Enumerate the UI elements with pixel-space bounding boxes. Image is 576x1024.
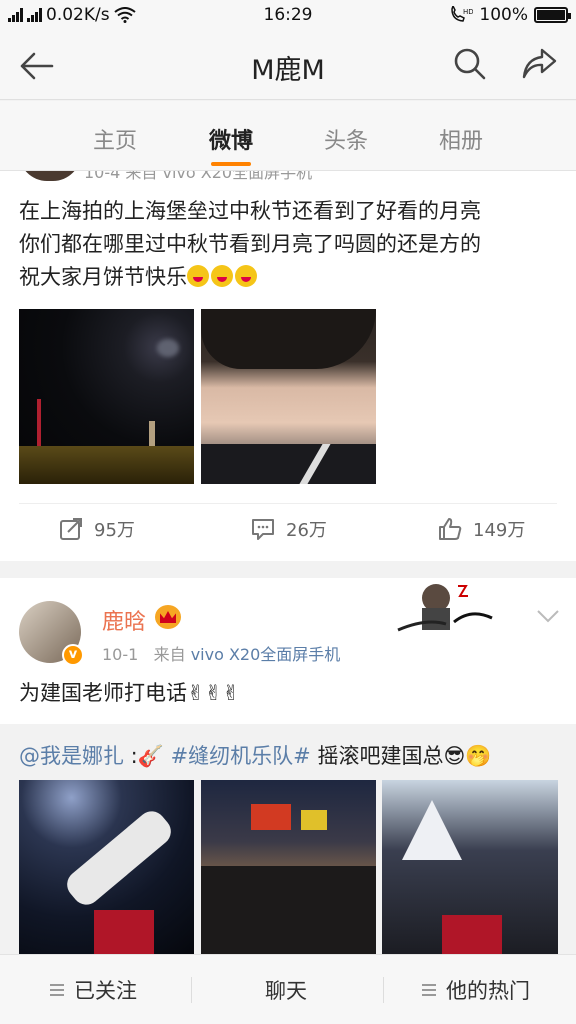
tab-headlines[interactable]: 头条 <box>306 123 386 155</box>
hd-call-icon: HD <box>451 6 473 22</box>
tab-home[interactable]: 主页 <box>75 123 155 155</box>
share-icon[interactable] <box>520 46 558 82</box>
mention-link[interactable]: @我是娜扎 <box>19 744 124 768</box>
battery-icon <box>534 7 571 23</box>
tongue-emoji-icon <box>187 265 209 287</box>
repost-icon <box>60 518 82 540</box>
divider <box>383 977 384 1003</box>
username[interactable]: 鹿晗 <box>102 604 146 636</box>
post-actions: 95万 26万 149万 <box>0 516 576 550</box>
fan-card-badge-image <box>397 584 493 632</box>
hot-posts-button[interactable]: 他的热门 <box>422 975 530 1005</box>
post-text-line: 祝大家月饼节快乐 <box>19 265 187 289</box>
post-text: 为建国老师打电话✌✌✌ <box>19 681 240 705</box>
post-text-line: 在上海拍的上海堡垒过中秋节还看到了好看的月亮 <box>19 199 481 223</box>
post-text-line: 祝大家月饼节快乐 <box>19 261 559 294</box>
post-text: 在上海拍的上海堡垒过中秋节还看到了好看的月亮 你们都在哪里过中秋节看到月亮了吗圆… <box>19 195 559 294</box>
tongue-emoji-icon <box>211 265 233 287</box>
tab-album[interactable]: 相册 <box>421 123 501 155</box>
comment-icon <box>252 519 274 540</box>
page-title: M鹿M <box>251 55 325 86</box>
tongue-emoji-icon <box>235 265 257 287</box>
post-meta: 10-1 来自 vivo X20全面屏手机 <box>102 641 340 665</box>
repost-image-guitarist[interactable] <box>19 780 194 956</box>
like-button[interactable]: 149万 <box>437 516 525 542</box>
thumbs-up-icon <box>439 518 462 540</box>
post-text-line: 你们都在哪里过中秋节看到月亮了吗圆的还是方的 <box>19 232 481 256</box>
crown-icon <box>155 605 181 629</box>
repost-text-part: 摇滚吧建国总😎🤭 <box>310 744 492 768</box>
repost-text: @我是娜扎 :🎸 #缝纫机乐队# 摇滚吧建国总😎🤭 <box>19 740 492 770</box>
post-header <box>19 171 81 181</box>
followed-label: 已关注 <box>74 979 137 1003</box>
like-count: 149万 <box>473 520 526 541</box>
repost-count: 95万 <box>94 520 135 541</box>
comment-count: 26万 <box>286 520 327 541</box>
post-source-prefix: 来自 <box>153 645 186 664</box>
menu-icon <box>422 984 436 996</box>
repost-image-band-crowd[interactable] <box>201 780 376 956</box>
post-date: 10-1 <box>102 645 139 664</box>
post-image-selfie[interactable] <box>201 309 376 484</box>
post-image-night-sky[interactable] <box>19 309 194 484</box>
post-meta: 10-4 来自 vivo X20全面屏手机 <box>84 171 313 182</box>
chevron-down-icon[interactable] <box>536 608 560 624</box>
repost-image-stage[interactable] <box>382 780 558 956</box>
search-icon[interactable] <box>452 46 488 82</box>
svg-text:HD: HD <box>463 8 473 16</box>
hashtag-link[interactable]: #缝纫机乐队# <box>171 744 311 768</box>
comment-button[interactable]: 26万 <box>250 516 327 542</box>
status-bar: 0.02K/s 16:29 HD 100% <box>0 0 576 32</box>
followed-button[interactable]: 已关注 <box>50 975 137 1005</box>
bottom-bar: 已关注 聊天 他的热门 <box>0 954 576 1024</box>
profile-tabs: 主页 微博 头条 相册 <box>0 101 576 171</box>
reposted-content[interactable]: @我是娜扎 :🎸 #缝纫机乐队# 摇滚吧建国总😎🤭 <box>0 724 576 956</box>
divider <box>191 977 192 1003</box>
divider <box>19 503 557 504</box>
post-card[interactable]: 10-4 来自 vivo X20全面屏手机 在上海拍的上海堡垒过中秋节还看到了好… <box>0 171 576 561</box>
post-card[interactable]: v 鹿晗 10-1 来自 vivo X20全面屏手机 为建国老师打电话✌✌✌ <box>0 578 576 724</box>
avatar[interactable]: v <box>19 601 84 666</box>
chat-button[interactable]: 聊天 <box>265 975 307 1005</box>
active-tab-indicator <box>211 162 251 166</box>
chat-label: 聊天 <box>265 979 307 1003</box>
repost-text-part: :🎸 <box>124 744 171 768</box>
post-device[interactable]: vivo X20全面屏手机 <box>191 645 341 664</box>
battery-percent: 100% <box>479 5 528 25</box>
verified-badge-icon: v <box>62 644 84 666</box>
repost-button[interactable]: 95万 <box>58 516 135 542</box>
avatar[interactable] <box>19 171 81 181</box>
hot-posts-label: 他的热门 <box>446 979 530 1003</box>
top-bar: M鹿M <box>0 32 576 100</box>
menu-icon <box>50 984 64 996</box>
tab-weibo[interactable]: 微博 <box>191 123 271 155</box>
status-right: HD 100% <box>449 5 571 25</box>
